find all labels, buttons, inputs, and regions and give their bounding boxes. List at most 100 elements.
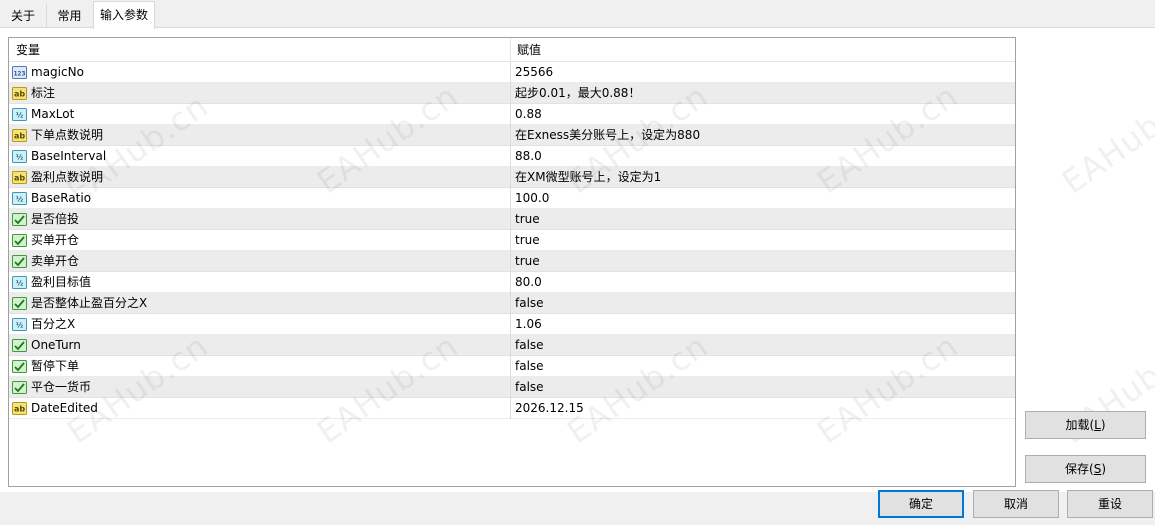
table-row[interactable]: 是否整体止盈百分之X false — [9, 293, 1015, 314]
save-button-label: 保存( — [1065, 462, 1094, 476]
parameter-name: 暂停下单 — [31, 359, 80, 373]
parameter-name: magicNo — [31, 65, 84, 79]
tab-inputs[interactable]: 输入参数 — [93, 1, 155, 29]
parameter-name: 平仓一货币 — [31, 380, 92, 394]
double-type-icon: ½ — [12, 107, 27, 122]
table-row[interactable]: 卖单开仓 true — [9, 251, 1015, 272]
table-row[interactable]: ½ 盈利目标值 80.0 — [9, 272, 1015, 293]
svg-text:½: ½ — [16, 280, 23, 288]
cell-divider — [510, 62, 511, 83]
table-row[interactable]: 平仓一货币 false — [9, 377, 1015, 398]
svg-text:ab: ab — [14, 132, 25, 141]
table-row[interactable]: ½ BaseRatio 100.0 — [9, 188, 1015, 209]
parameter-name: 下单点数说明 — [31, 128, 104, 142]
table-body: 123 magicNo 25566 ab 标注 起步0.01，最大0.88！ ½ MaxLot… — [9, 62, 1015, 419]
parameter-value[interactable]: false — [515, 356, 544, 377]
table-row[interactable]: ½ BaseInterval 88.0 — [9, 146, 1015, 167]
double-type-icon: ½ — [12, 275, 27, 290]
reset-button[interactable]: 重设 — [1067, 490, 1153, 518]
cell-divider — [510, 125, 511, 146]
table-row[interactable]: 123 magicNo 25566 — [9, 62, 1015, 83]
cell-divider — [510, 104, 511, 125]
table-row[interactable]: 暂停下单 false — [9, 356, 1015, 377]
bool-type-icon — [12, 338, 27, 353]
table-row[interactable]: ½ 百分之X 1.06 — [9, 314, 1015, 335]
parameter-value[interactable]: 在XM微型账号上，设定为1 — [515, 167, 661, 188]
double-type-icon: ½ — [12, 191, 27, 206]
cell-divider — [510, 272, 511, 293]
parameter-value[interactable]: 88.0 — [515, 146, 542, 167]
ok-button[interactable]: 确定 — [878, 490, 964, 518]
load-button[interactable]: 加载(L) — [1025, 411, 1146, 439]
parameter-value[interactable]: 80.0 — [515, 272, 542, 293]
tab-about[interactable]: 关于 — [0, 3, 46, 28]
tab-common[interactable]: 常用 — [46, 3, 93, 28]
svg-text:ab: ab — [14, 90, 25, 99]
string-type-icon: ab — [12, 401, 27, 416]
save-button[interactable]: 保存(S) — [1025, 455, 1146, 483]
cell-divider — [510, 230, 511, 251]
svg-text:½: ½ — [16, 322, 23, 330]
cell-divider — [510, 398, 511, 419]
bool-type-icon — [12, 296, 27, 311]
parameter-value[interactable]: true — [515, 251, 540, 272]
bool-type-icon — [12, 380, 27, 395]
cell-divider — [510, 335, 511, 356]
table-row[interactable]: ½ MaxLot 0.88 — [9, 104, 1015, 125]
parameter-value[interactable]: false — [515, 293, 544, 314]
parameter-name: 是否倍投 — [31, 212, 80, 226]
load-button-label: 加载( — [1065, 418, 1095, 432]
column-header-value[interactable]: 赋值 — [517, 38, 541, 62]
parameter-name: OneTurn — [31, 338, 81, 352]
cell-divider — [510, 251, 511, 272]
cell-divider — [510, 167, 511, 188]
parameter-value[interactable]: true — [515, 209, 540, 230]
double-type-icon: ½ — [12, 149, 27, 164]
table-row[interactable]: ab 标注 起步0.01，最大0.88！ — [9, 83, 1015, 104]
svg-text:½: ½ — [16, 154, 23, 162]
bool-type-icon — [12, 359, 27, 374]
svg-text:ab: ab — [14, 405, 25, 414]
tab-bar: 关于 常用 输入参数 — [0, 0, 1155, 29]
bool-type-icon — [12, 212, 27, 227]
parameter-value[interactable]: 100.0 — [515, 188, 549, 209]
parameter-value[interactable]: 在Exness美分账号上，设定为880 — [515, 125, 700, 146]
table-row[interactable]: ab 下单点数说明 在Exness美分账号上，设定为880 — [9, 125, 1015, 146]
parameter-name: 百分之X — [31, 317, 76, 331]
parameter-value[interactable]: false — [515, 335, 544, 356]
parameter-name: 是否整体止盈百分之X — [31, 296, 148, 310]
column-header-variable[interactable]: 变量 — [16, 38, 40, 62]
parameter-value[interactable]: 0.88 — [515, 104, 542, 125]
cell-divider — [510, 293, 511, 314]
parameter-name: 卖单开仓 — [31, 254, 80, 268]
double-type-icon: ½ — [12, 317, 27, 332]
parameter-name: BaseRatio — [31, 191, 92, 205]
parameters-table: 变量 赋值 123 magicNo 25566 ab 标注 起步0.01，最大0.88！ ½… — [8, 37, 1016, 487]
cancel-button[interactable]: 取消 — [973, 490, 1059, 518]
parameter-value[interactable]: true — [515, 230, 540, 251]
parameter-value[interactable]: false — [515, 377, 544, 398]
table-row[interactable]: OneTurn false — [9, 335, 1015, 356]
parameter-name: 盈利点数说明 — [31, 170, 104, 184]
column-divider[interactable] — [510, 38, 511, 62]
parameter-value[interactable]: 1.06 — [515, 314, 542, 335]
parameter-name: 盈利目标值 — [31, 275, 92, 289]
table-row[interactable]: 是否倍投 true — [9, 209, 1015, 230]
table-header: 变量 赋值 — [9, 38, 1015, 62]
parameter-name: DateEdited — [31, 401, 98, 415]
table-row[interactable]: ab 盈利点数说明 在XM微型账号上，设定为1 — [9, 167, 1015, 188]
cell-divider — [510, 314, 511, 335]
load-button-hotkey: L — [1094, 418, 1101, 432]
load-button-suffix: ) — [1100, 418, 1106, 432]
parameter-value[interactable]: 25566 — [515, 62, 553, 83]
table-row[interactable]: ab DateEdited 2026.12.15 — [9, 398, 1015, 419]
svg-text:ab: ab — [14, 174, 25, 183]
cell-divider — [510, 146, 511, 167]
parameter-value[interactable]: 2026.12.15 — [515, 398, 584, 419]
parameter-name: BaseInterval — [31, 149, 107, 163]
parameter-name: 买单开仓 — [31, 233, 80, 247]
cell-divider — [510, 209, 511, 230]
bool-type-icon — [12, 233, 27, 248]
table-row[interactable]: 买单开仓 true — [9, 230, 1015, 251]
parameter-value[interactable]: 起步0.01，最大0.88！ — [515, 83, 640, 104]
